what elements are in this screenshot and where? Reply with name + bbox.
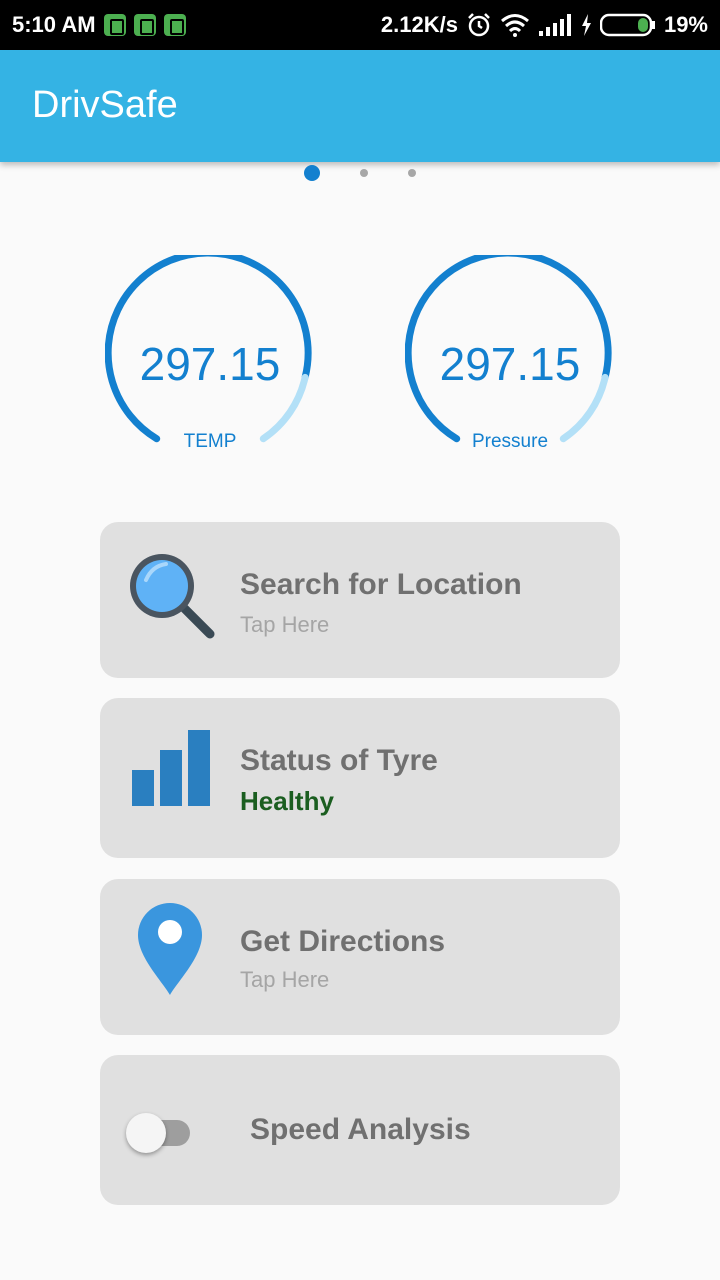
temp-value: 297.15 xyxy=(139,338,281,390)
wifi-icon xyxy=(500,14,529,37)
speed-analysis-title: Speed Analysis xyxy=(250,1113,471,1146)
charging-icon xyxy=(581,14,591,36)
status-bar: 5:10 AM 2.12K/s 19% xyxy=(0,0,720,50)
search-location-card[interactable]: Search for Location Tap Here xyxy=(100,522,620,678)
app-bar: DrivSafe xyxy=(0,50,720,162)
battery-icon xyxy=(599,13,655,37)
search-location-title: Search for Location xyxy=(240,568,522,601)
bar-chart-icon xyxy=(132,730,210,806)
get-directions-title: Get Directions xyxy=(240,925,446,958)
pressure-value: 297.15 xyxy=(439,338,581,390)
toggle-thumb xyxy=(126,1113,166,1153)
signal-icon xyxy=(538,14,571,36)
status-bar-right: 2.12K/s 19% xyxy=(381,12,708,38)
get-directions-subtitle: Tap Here xyxy=(240,967,330,992)
temp-label: TEMP xyxy=(183,431,237,452)
magnifier-icon xyxy=(130,554,215,639)
speed-analysis-card: Speed Analysis xyxy=(100,1055,620,1205)
notification-icon xyxy=(103,14,126,36)
network-speed: 2.12K/s xyxy=(380,12,458,37)
page-dot-1[interactable] xyxy=(304,165,320,181)
get-directions-card[interactable]: Get Directions Tap Here xyxy=(100,879,620,1035)
page-dot-3[interactable] xyxy=(408,169,416,177)
notification-icon xyxy=(163,14,186,36)
notification-icon xyxy=(133,14,156,36)
pressure-label: Pressure xyxy=(471,431,549,452)
battery-percent: 19% xyxy=(663,12,708,37)
tyre-status-title: Status of Tyre xyxy=(240,744,438,777)
temp-gauge: 297.15 TEMP xyxy=(105,255,315,465)
page-dot-2[interactable] xyxy=(360,169,368,177)
pressure-gauge: 297.15 Pressure xyxy=(405,255,615,465)
search-location-subtitle: Tap Here xyxy=(240,612,330,637)
tyre-status-value: Healthy xyxy=(240,786,334,816)
status-bar-left: 5:10 AM xyxy=(12,12,186,38)
location-pin-icon xyxy=(138,903,202,995)
status-time: 5:10 AM xyxy=(12,12,96,37)
speed-analysis-toggle[interactable] xyxy=(126,1113,192,1153)
page-indicator[interactable] xyxy=(0,164,720,182)
tyre-status-card[interactable]: Status of Tyre Healthy xyxy=(100,698,620,858)
alarm-icon xyxy=(468,13,490,37)
app-title: DrivSafe xyxy=(32,84,178,126)
